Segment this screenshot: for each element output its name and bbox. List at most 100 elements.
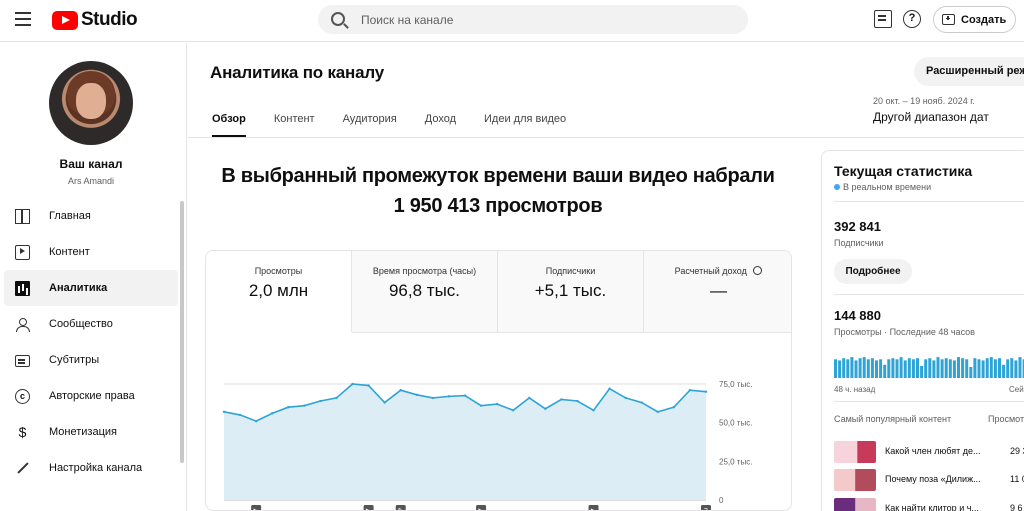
avatar[interactable] [49, 61, 133, 145]
menu-icon[interactable] [15, 12, 31, 26]
video-marker-label: ✎ [398, 507, 404, 511]
chart-data-point [271, 412, 274, 415]
chart-data-point [303, 404, 306, 407]
realtime-bar [957, 357, 960, 378]
sidebar-item-label: Настройка канала [49, 462, 143, 474]
sidebar: Ваш канал Ars Amandi Главная Контент Ана… [0, 43, 187, 511]
video-title: Какой член любят де... [885, 446, 981, 456]
realtime-live-label: В реальном времени [834, 182, 931, 192]
video-views: 11 0 [1010, 474, 1024, 484]
create-label: Создать [961, 13, 1007, 26]
video-marker-label: ▶ [366, 507, 372, 511]
sidebar-item-customization[interactable]: Настройка канала [4, 450, 178, 486]
summary-headline: В выбранный промежуток времени ваши виде… [206, 161, 790, 221]
chart-data-point [528, 396, 531, 400]
realtime-bar [920, 365, 924, 378]
sidebar-item-dashboard[interactable]: Главная [4, 198, 178, 234]
sidebar-item-subtitles[interactable]: Субтитры [4, 342, 178, 378]
chart-data-point [672, 406, 676, 409]
list-item[interactable]: Какой член любят де... 29 3 [834, 441, 1024, 463]
search-input[interactable]: Поиск на канале [318, 5, 748, 34]
subscribers-label: Подписчики [834, 238, 884, 248]
sidebar-item-monetization[interactable]: $ Монетизация [4, 414, 178, 450]
sidebar-item-copyright[interactable]: c Авторские права [4, 378, 178, 414]
tab-audience[interactable]: Аудитория [329, 105, 411, 137]
realtime-bar [944, 358, 948, 378]
advanced-mode-button[interactable]: Расширенный режим [914, 57, 1024, 86]
realtime-bar [993, 359, 997, 378]
sidebar-item-community[interactable]: Сообщество [4, 306, 178, 342]
sidebar-item-content[interactable]: Контент [4, 234, 178, 270]
chart-data-point [399, 388, 402, 392]
chart-data-point [688, 388, 692, 392]
realtime-bar [895, 359, 899, 378]
analytics-tabs: Обзор Контент Аудитория Доход Идеи для в… [198, 105, 580, 137]
customization-icon [15, 461, 30, 476]
chart-data-point [222, 410, 226, 414]
subtitles-icon [15, 355, 30, 367]
realtime-bar [838, 360, 842, 378]
realtime-bar [948, 359, 952, 378]
top-bar: Studio Поиск на канале ? Создать [0, 0, 1024, 42]
sidebar-scrollbar[interactable] [180, 201, 184, 463]
video-title: Как найти клитор и ч... [885, 503, 979, 511]
chart-area-fill [224, 384, 706, 500]
realtime-bars-chart[interactable] [834, 356, 1024, 378]
search-placeholder: Поиск на канале [361, 13, 454, 27]
realtime-bar [965, 359, 969, 378]
sidebar-item-label: Сообщество [49, 318, 113, 330]
chart-data-point [383, 401, 386, 404]
realtime-bar [866, 359, 870, 378]
create-video-icon [942, 14, 955, 25]
realtime-bar [961, 358, 965, 378]
tab-content[interactable]: Контент [260, 105, 329, 137]
chart-data-point [576, 399, 579, 403]
subscribers-count: 392 841 [834, 219, 881, 234]
axis-right-label: Сейчас [1009, 385, 1024, 394]
realtime-views-count: 144 880 [834, 308, 881, 323]
realtime-bar [1002, 364, 1006, 378]
more-details-button[interactable]: Подробнее [834, 259, 912, 284]
chart-data-point [415, 393, 418, 397]
video-thumbnail [834, 498, 876, 511]
list-item[interactable]: Как найти клитор и ч... 9 6 [834, 498, 1024, 511]
analytics-icon [15, 280, 30, 296]
sidebar-item-label: Главная [49, 210, 91, 222]
feedback-icon[interactable] [874, 10, 892, 28]
video-views: 29 3 [1010, 446, 1024, 456]
help-icon[interactable]: ? [903, 10, 921, 28]
chart-data-point [640, 401, 643, 404]
search-icon [331, 12, 345, 26]
tab-divider [188, 137, 1024, 138]
divider [834, 401, 1024, 402]
metrics-card: Просмотры 2,0 млн Время просмотра (часы)… [205, 250, 792, 511]
tab-video-ideas[interactable]: Идеи для видео [470, 105, 580, 137]
views-chart[interactable]: 025,0 тыс.50,0 тыс.75,0 тыс.▶▶✎▶▶220 окт… [206, 251, 792, 511]
youtube-studio-logo[interactable]: Studio [52, 9, 138, 31]
video-marker-label: ▶ [591, 507, 597, 511]
y-tick-label: 0 [719, 496, 724, 505]
headline-line-1: В выбранный промежуток времени ваши виде… [221, 165, 775, 187]
dashboard-icon [15, 208, 30, 224]
tab-overview[interactable]: Обзор [198, 105, 260, 137]
video-views: 9 6 [1010, 503, 1023, 511]
tab-revenue[interactable]: Доход [411, 105, 470, 137]
channel-name: Ваш канал [59, 157, 123, 171]
video-title: Почему поза «Дилиж... [885, 474, 981, 484]
list-item[interactable]: Почему поза «Дилиж... 11 0 [834, 469, 1024, 491]
realtime-bar [879, 359, 883, 378]
date-range-text: 20 окт. – 19 нояб. 2024 г. [873, 96, 975, 106]
realtime-bar [998, 358, 1001, 378]
chart-data-point [608, 387, 611, 390]
realtime-views-label: Просмотры · Последние 48 часов [834, 327, 975, 337]
top-content-label: Самый популярный контент [834, 414, 952, 424]
realtime-bar [883, 364, 887, 378]
chart-data-point [704, 390, 708, 393]
realtime-bar [924, 359, 928, 378]
video-marker-label: 2 [704, 507, 708, 511]
sidebar-item-analytics[interactable]: Аналитика [4, 270, 178, 306]
create-button[interactable]: Создать [933, 6, 1016, 33]
video-thumbnail [834, 441, 876, 463]
date-range-selector[interactable]: Другой диапазон дат [873, 110, 989, 124]
realtime-bar [928, 358, 932, 378]
